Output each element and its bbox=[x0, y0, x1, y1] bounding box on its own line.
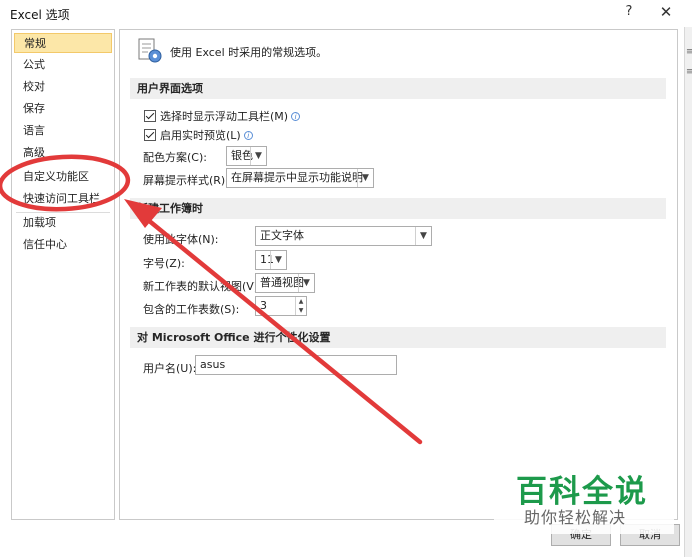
background-window-edge: ≡ ≡ bbox=[684, 27, 692, 557]
nav-item-save[interactable]: 保存 bbox=[14, 99, 112, 119]
intro-text: 使用 Excel 时采用的常规选项。 bbox=[170, 46, 328, 59]
chevron-down-icon: ▼ bbox=[270, 251, 286, 269]
chevron-down-icon: ▼ bbox=[357, 169, 373, 187]
nav-item-proofing[interactable]: 校对 bbox=[14, 77, 112, 97]
nav-item-advanced[interactable]: 高级 bbox=[14, 143, 112, 163]
nav-item-customize-ribbon[interactable]: 自定义功能区 bbox=[14, 167, 112, 187]
nav-item-add-ins[interactable]: 加载项 bbox=[14, 213, 112, 233]
section-header-new-workbook: 新建工作簿时 bbox=[130, 198, 666, 219]
color-scheme-select[interactable]: 银色 ▼ bbox=[226, 146, 267, 166]
sheet-count-label: 包含的工作表数(S): bbox=[143, 303, 240, 316]
nav-item-general[interactable]: 常规 bbox=[14, 33, 112, 53]
sheet-count-stepper[interactable]: 3 ▲ ▼ bbox=[255, 296, 307, 316]
default-view-select[interactable]: 普通视图 ▼ bbox=[255, 273, 315, 293]
font-size-select[interactable]: 11 ▼ bbox=[255, 250, 287, 270]
color-scheme-label: 配色方案(C): bbox=[143, 151, 207, 164]
nav-item-quick-access-toolbar[interactable]: 快速访问工具栏 bbox=[14, 189, 112, 209]
section-header-ui-options: 用户界面选项 bbox=[130, 78, 666, 99]
font-select[interactable]: 正文字体 ▼ bbox=[255, 226, 432, 246]
live-preview-option[interactable]: 启用实时预览(L) i bbox=[144, 127, 253, 143]
info-icon: i bbox=[291, 112, 301, 121]
live-preview-checkbox[interactable] bbox=[144, 129, 156, 141]
nav-item-trust-center[interactable]: 信任中心 bbox=[14, 235, 112, 255]
options-main-panel: 使用 Excel 时采用的常规选项。 用户界面选项 选择时显示浮动工具栏(M) i… bbox=[119, 29, 678, 520]
watermark: 百科全说 助你轻松解决 bbox=[494, 462, 674, 534]
nav-item-formulas[interactable]: 公式 bbox=[14, 55, 112, 75]
default-view-label: 新工作表的默认视图(V): bbox=[143, 280, 262, 293]
window-title: Excel 选项 bbox=[10, 8, 70, 22]
font-label: 使用此字体(N): bbox=[143, 233, 219, 246]
username-input[interactable]: asus bbox=[195, 355, 397, 375]
screentip-style-select[interactable]: 在屏幕提示中显示功能说明 ▼ bbox=[226, 168, 374, 188]
title-bar: Excel 选项 ? ✕ bbox=[0, 0, 692, 27]
info-icon: i bbox=[243, 131, 253, 140]
screentip-style-label: 屏幕提示样式(R): bbox=[143, 174, 229, 187]
help-button[interactable]: ? bbox=[620, 4, 638, 22]
section-header-personalize: 对 Microsoft Office 进行个性化设置 bbox=[130, 327, 666, 348]
chevron-down-icon: ▼ bbox=[415, 227, 431, 245]
username-label: 用户名(U): bbox=[143, 362, 197, 375]
options-gear-icon bbox=[138, 38, 162, 63]
stepper-arrows-icon[interactable]: ▲ ▼ bbox=[295, 297, 306, 315]
options-nav: 常规 公式 校对 保存 语言 高级 自定义功能区 快速访问工具栏 加载项 信任中… bbox=[11, 29, 115, 520]
font-size-label: 字号(Z): bbox=[143, 257, 185, 270]
nav-item-language[interactable]: 语言 bbox=[14, 121, 112, 141]
mini-toolbar-option[interactable]: 选择时显示浮动工具栏(M) i bbox=[144, 108, 301, 124]
watermark-slogan: 助你轻松解决 bbox=[524, 508, 627, 527]
chevron-down-icon: ▼ bbox=[298, 274, 314, 292]
chevron-down-icon: ▼ bbox=[250, 147, 266, 165]
mini-toolbar-checkbox[interactable] bbox=[144, 110, 156, 122]
close-button[interactable]: ✕ bbox=[656, 3, 676, 23]
